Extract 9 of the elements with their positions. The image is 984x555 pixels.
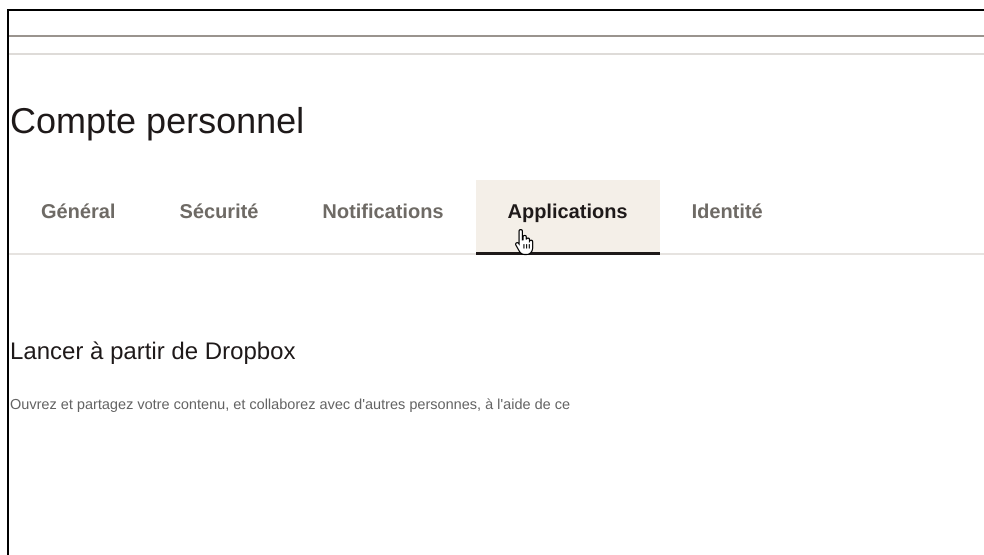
tab[interactable]: Général [9, 180, 148, 255]
page-title: Compte personnel [10, 99, 304, 143]
section-description: Ouvrez et partagez votre contenu, et collaborez avec d'autres personnes, à l'aide de ce [10, 396, 570, 415]
hand-cursor-icon [514, 228, 536, 256]
tab[interactable]: Sécurité [147, 180, 290, 255]
tab[interactable]: Identité [660, 180, 795, 255]
section-title: Lancer à partir de Dropbox [10, 337, 296, 367]
tab[interactable]: Notifications [290, 180, 476, 255]
tab[interactable]: Applications [476, 180, 660, 255]
